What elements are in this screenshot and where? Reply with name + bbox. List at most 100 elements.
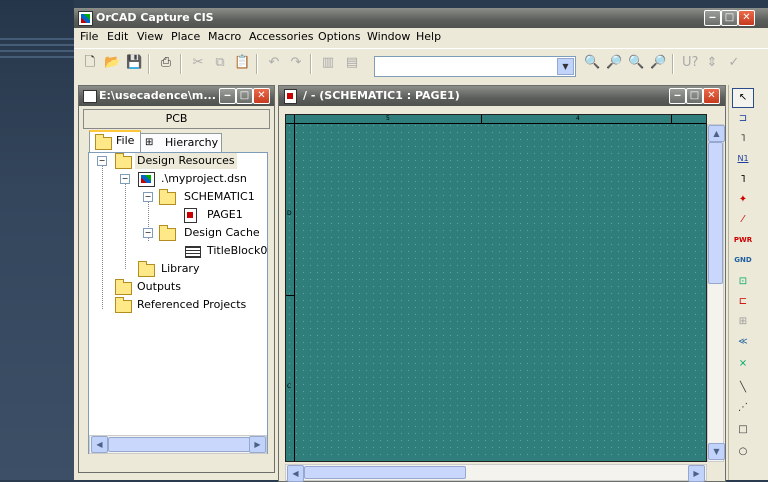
project-tree: − Design Resources − .\myproject.dsn − S…	[88, 152, 268, 454]
titleblock-icon	[185, 246, 201, 258]
undo-icon[interactable]: ↶	[266, 55, 282, 71]
schematic-canvas[interactable]: 5 4 D C	[285, 114, 707, 462]
place-bus-entry-icon[interactable]: ⁄	[733, 211, 753, 229]
zoom-icon[interactable]: 🔍	[628, 55, 644, 71]
find-icon[interactable]: 🔍	[584, 55, 600, 71]
scroll-right-icon[interactable]: ▶	[249, 436, 266, 453]
paste-icon[interactable]: 📋	[234, 55, 250, 71]
place-hierarchical-block-icon[interactable]: ⊡	[733, 273, 753, 291]
copy-icon[interactable]: ⧉	[212, 55, 228, 71]
scroll-right-icon[interactable]: ▶	[688, 465, 705, 482]
menu-view[interactable]: View	[137, 30, 163, 43]
maximize-button[interactable]: □	[721, 10, 738, 26]
select-icon[interactable]: ↖	[732, 88, 754, 108]
pcb-button[interactable]: PCB	[83, 109, 270, 129]
place-power-icon[interactable]: PWR	[733, 231, 753, 249]
tree-item-label: Referenced Projects	[137, 298, 247, 311]
schematic-maximize-button[interactable]: □	[686, 88, 703, 104]
menu-macro[interactable]: Macro	[208, 30, 241, 43]
place-part-icon[interactable]: ⊐	[733, 110, 753, 128]
menu-place[interactable]: Place	[171, 30, 200, 43]
place-port-icon[interactable]: ⊏	[733, 293, 753, 311]
open-icon[interactable]: 📂	[104, 55, 120, 71]
scroll-thumb[interactable]	[708, 142, 723, 284]
ruler-label: D	[287, 210, 292, 217]
schematic-close-button[interactable]: ✕	[703, 88, 720, 104]
collapse-icon[interactable]: −	[97, 156, 107, 166]
scroll-thumb[interactable]	[108, 437, 250, 452]
place-no-connect-icon[interactable]: ⨯	[733, 355, 753, 373]
schematic-titlebar[interactable]: / - (SCHEMATIC1 : PAGE1) ‒ □ ✕	[279, 86, 725, 106]
project-maximize-button[interactable]: □	[236, 88, 253, 104]
cascade-icon[interactable]: ▤	[344, 55, 360, 71]
menu-accessories[interactable]: Accessories	[249, 30, 313, 43]
place-net-alias-icon[interactable]: N1	[733, 150, 753, 168]
place-polyline-icon[interactable]: ⋰	[733, 399, 753, 417]
project-titlebar[interactable]: E:\usecadence\m... ‒ □ ✕	[79, 86, 274, 106]
place-ellipse-icon[interactable]: ○	[733, 443, 753, 461]
check-icon[interactable]: ✓	[726, 55, 742, 71]
tree-horizontal-scrollbar[interactable]: ◀ ▶	[89, 435, 267, 454]
place-ground-icon[interactable]: GND	[733, 251, 753, 269]
left-border-ruler: D C	[286, 115, 295, 461]
menu-file[interactable]: File	[80, 30, 98, 43]
tile-icon[interactable]: ▥	[320, 55, 336, 71]
snap-icon[interactable]: ⇕	[704, 55, 720, 71]
scroll-down-icon[interactable]: ▼	[708, 443, 725, 460]
tool-palette: ↖ ⊐ ˥ N1 ˥ ✦ ⁄ PWR GND ⊡ ⊏ ⊞ ≪ ⨯ ╲ ⋰ □ ○	[728, 85, 759, 480]
schematic-minimize-button[interactable]: ‒	[669, 88, 686, 104]
tab-file[interactable]: File	[89, 130, 141, 152]
place-off-page-icon[interactable]: ≪	[733, 333, 753, 351]
collapse-icon[interactable]: −	[143, 192, 153, 202]
find-next-icon[interactable]: 🔎	[606, 55, 622, 71]
place-pin-icon[interactable]: ⊞	[733, 313, 753, 331]
menu-help[interactable]: Help	[416, 30, 441, 43]
place-bus-icon[interactable]: ˥	[733, 171, 753, 189]
tree-item-label: Design Resources	[135, 153, 237, 169]
collapse-icon[interactable]: −	[120, 174, 130, 184]
project-close-button[interactable]: ✕	[253, 88, 270, 104]
cut-icon[interactable]: ✂	[190, 55, 206, 71]
canvas-vertical-scrollbar[interactable]: ▲ ▼	[707, 124, 725, 462]
ruler-label: C	[287, 383, 292, 390]
tab-hierarchy[interactable]: ⊞ Hierarchy	[140, 133, 222, 152]
minimize-button[interactable]: ‒	[704, 10, 721, 26]
tree-item-label: Design Cache	[184, 226, 260, 239]
menu-bar: File Edit View Place Macro Accessories O…	[74, 28, 768, 46]
scroll-left-icon[interactable]: ◀	[91, 436, 108, 453]
place-junction-icon[interactable]: ✦	[733, 191, 753, 209]
place-rectangle-icon[interactable]: □	[733, 421, 753, 439]
canvas-horizontal-scrollbar[interactable]: ◀ ▶	[285, 464, 707, 482]
folder-icon	[159, 225, 176, 241]
folder-icon	[138, 261, 155, 277]
scroll-up-icon[interactable]: ▲	[708, 125, 725, 142]
folder-icon	[115, 297, 132, 313]
place-wire-icon[interactable]: ˥	[733, 130, 753, 148]
page-icon	[284, 89, 297, 104]
project-minimize-button[interactable]: ‒	[219, 88, 236, 104]
print-icon[interactable]: ⎙	[158, 55, 174, 71]
scroll-left-icon[interactable]: ◀	[287, 465, 304, 482]
menu-window[interactable]: Window	[367, 30, 410, 43]
hierarchy-icon: ⊞	[145, 137, 154, 148]
top-border-ruler: 5 4	[286, 115, 706, 124]
scroll-thumb[interactable]	[304, 466, 466, 479]
menu-options[interactable]: Options	[318, 30, 360, 43]
ruler-label: 5	[386, 115, 390, 122]
tree-item-label: Outputs	[137, 280, 181, 293]
app-titlebar[interactable]: OrCAD Capture CIS ‒ □ ✕	[74, 8, 768, 28]
place-line-icon[interactable]: ╲	[733, 379, 753, 397]
collapse-icon[interactable]: −	[143, 228, 153, 238]
save-icon[interactable]: 💾	[126, 55, 142, 71]
project-manager-window: E:\usecadence\m... ‒ □ ✕ PCB File ⊞ Hier…	[78, 85, 275, 473]
redo-icon[interactable]: ↷	[288, 55, 304, 71]
tab-hierarchy-label: Hierarchy	[165, 136, 219, 149]
help-query-icon[interactable]: U?	[682, 55, 698, 71]
close-button[interactable]: ✕	[738, 10, 755, 26]
zoom-area-icon[interactable]: 🔎	[650, 55, 666, 71]
tab-file-label: File	[116, 134, 135, 147]
new-icon[interactable]: 🗋	[82, 55, 98, 71]
menu-edit[interactable]: Edit	[107, 30, 128, 43]
part-search-combo[interactable]: ▼	[374, 56, 576, 77]
chevron-down-icon[interactable]: ▼	[557, 58, 574, 75]
